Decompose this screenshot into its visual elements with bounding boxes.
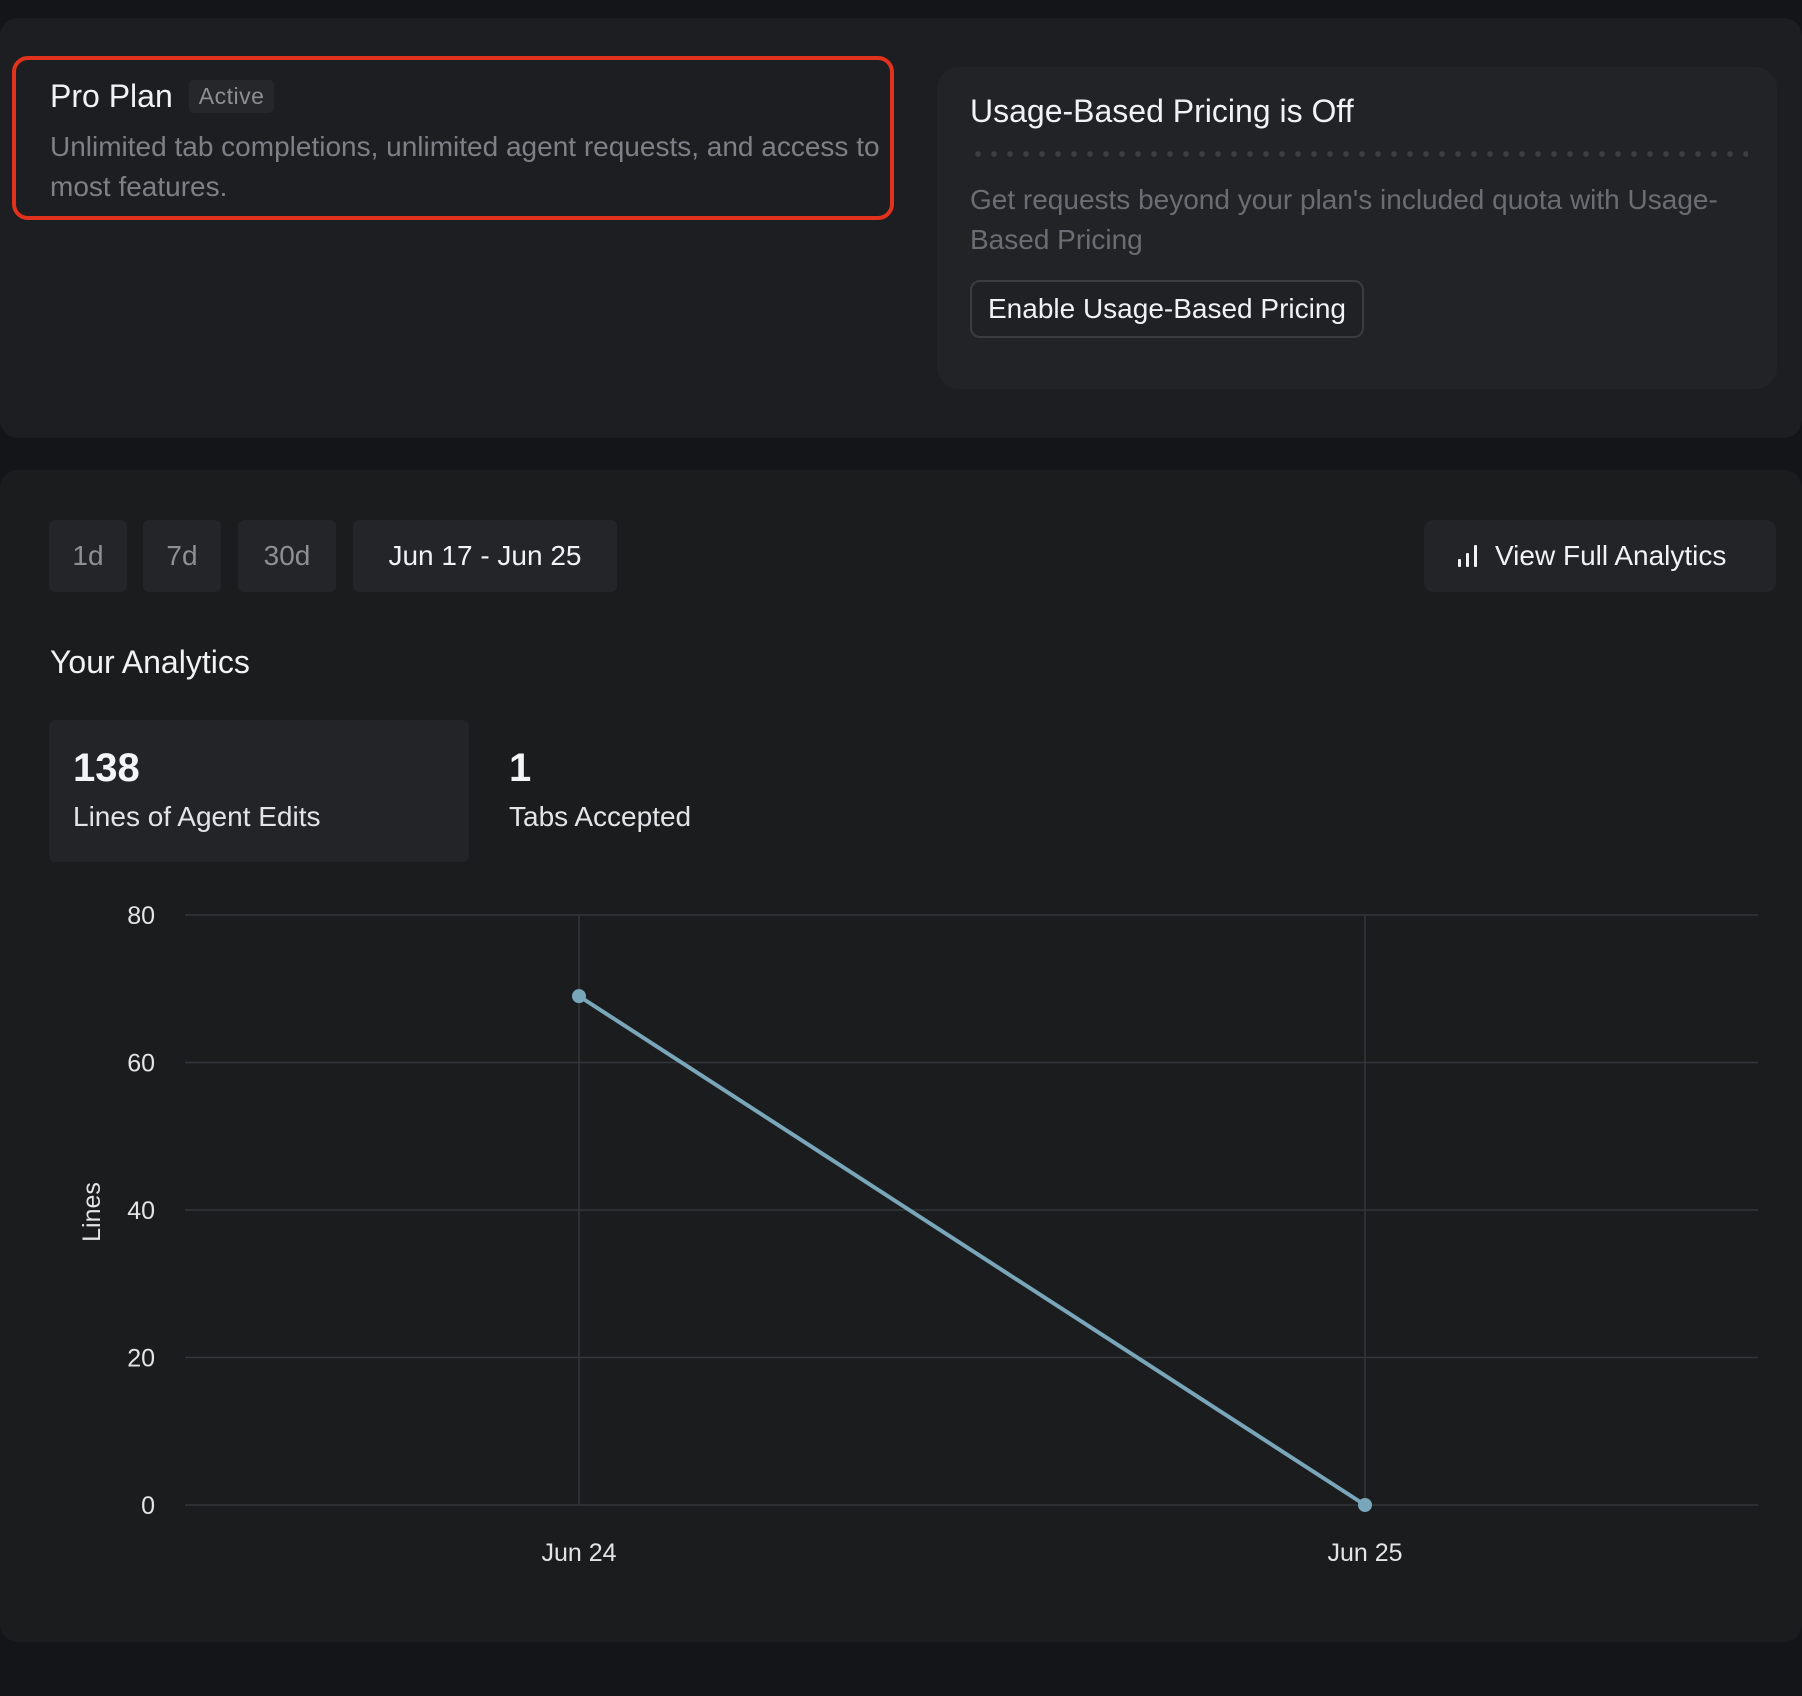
series-line xyxy=(577,994,1367,1507)
y-tick-label: 20 xyxy=(127,1345,155,1373)
x-tick-label: Jun 24 xyxy=(541,1539,616,1567)
stat-label: Tabs Accepted xyxy=(509,801,692,832)
y-tick-label: 40 xyxy=(127,1197,155,1225)
data-point xyxy=(572,989,586,1004)
lines-line-chart: 0 20 40 60 80 Jun 24 Jun 25 Lines xyxy=(78,902,1758,1567)
plan-section: Pro Plan Active Unlimited tab completion… xyxy=(0,18,1802,438)
enable-usage-pricing-button[interactable]: Enable Usage-Based Pricing xyxy=(970,280,1364,338)
usage-pricing-description: Get requests beyond your plan's included… xyxy=(970,184,1718,255)
stat-card-tabs-accepted[interactable]: 1 Tabs Accepted xyxy=(485,720,885,862)
chart-y-ticks: 0 20 40 60 80 xyxy=(127,902,155,1520)
analytics-section: 1d 7d 30d Jun 17 - Jun 25 View Full Anal… xyxy=(0,470,1802,1642)
stat-value: 138 xyxy=(73,746,140,790)
view-full-analytics-label: View Full Analytics xyxy=(1495,540,1727,571)
stat-card-agent-edits[interactable]: 138 Lines of Agent Edits xyxy=(49,720,469,862)
date-range-picker[interactable]: Jun 17 - Jun 25 xyxy=(353,520,617,592)
y-tick-label: 0 xyxy=(141,1492,155,1520)
range-button-1d[interactable]: 1d xyxy=(49,520,127,592)
pro-plan-description: Unlimited tab completions, unlimited age… xyxy=(50,131,880,202)
usage-pricing-card: Usage-Based Pricing is Off Get requests … xyxy=(937,67,1777,389)
chart-series xyxy=(572,989,1372,1512)
pro-plan-title-row: Pro Plan Active xyxy=(50,78,890,115)
bar-chart-icon xyxy=(1458,545,1477,567)
chart-grid xyxy=(185,914,1758,1506)
pro-plan-title: Pro Plan xyxy=(50,78,173,114)
analytics-title: Your Analytics xyxy=(50,644,250,680)
data-point xyxy=(1358,1498,1372,1512)
range-button-30d[interactable]: 30d xyxy=(238,520,336,592)
y-tick-label: 80 xyxy=(127,902,155,930)
chart-x-ticks: Jun 24 Jun 25 xyxy=(541,1539,1402,1567)
plan-status-badge: Active xyxy=(188,80,275,113)
x-tick-label: Jun 25 xyxy=(1327,1539,1402,1567)
stat-label: Lines of Agent Edits xyxy=(73,801,321,832)
y-axis-label: Lines xyxy=(78,1182,106,1242)
view-full-analytics-button[interactable]: View Full Analytics xyxy=(1424,520,1776,592)
dotted-divider xyxy=(970,150,1748,158)
pro-plan-card[interactable]: Pro Plan Active Unlimited tab completion… xyxy=(12,56,894,220)
stat-value: 1 xyxy=(509,746,532,790)
usage-pricing-title: Usage-Based Pricing is Off xyxy=(970,93,1354,129)
y-tick-label: 60 xyxy=(127,1050,155,1078)
range-button-7d[interactable]: 7d xyxy=(143,520,221,592)
